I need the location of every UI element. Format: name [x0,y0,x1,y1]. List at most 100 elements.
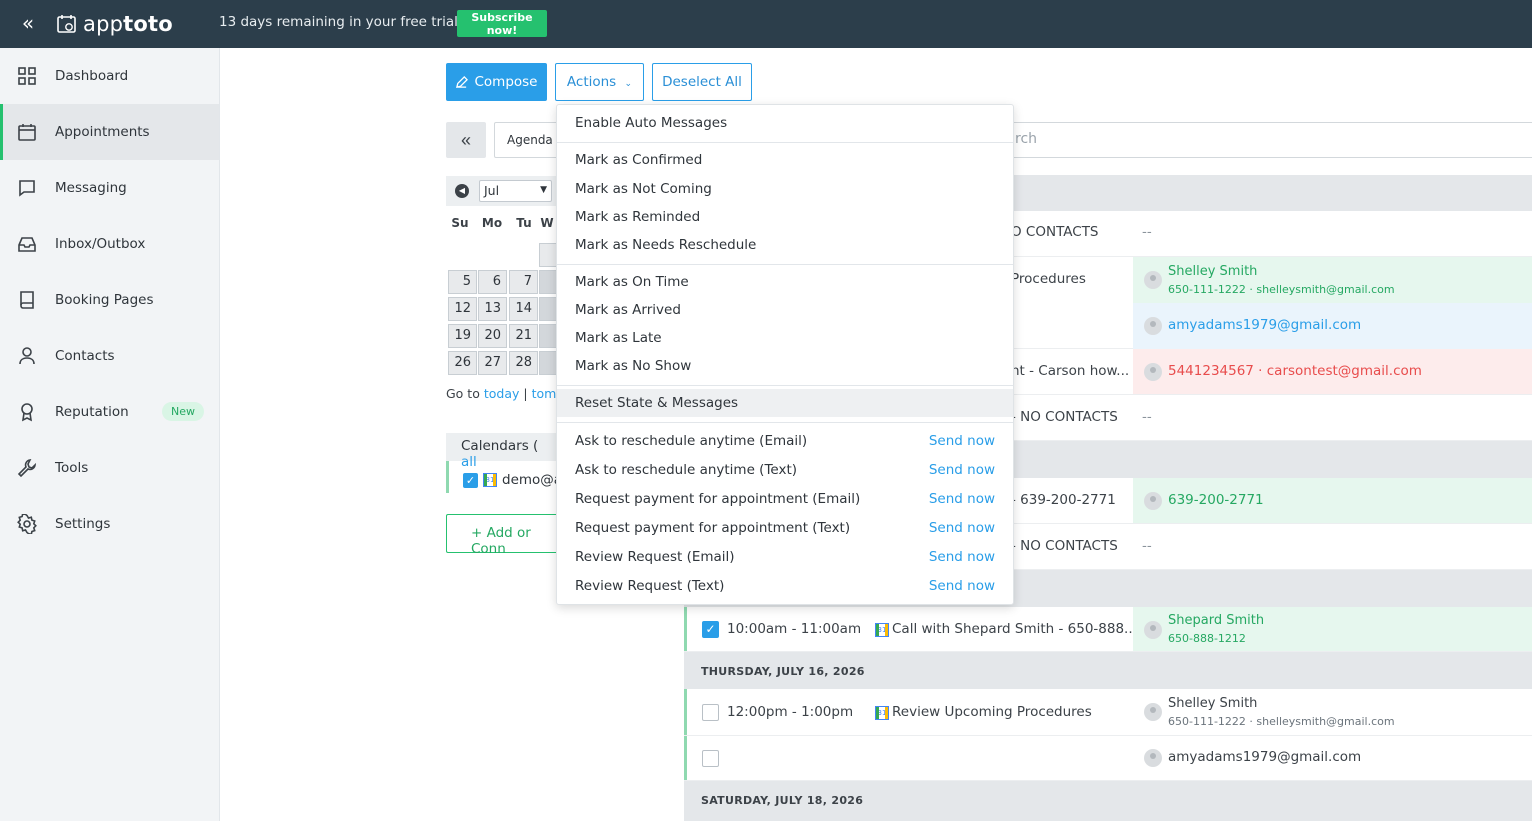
menu-item-review-email[interactable]: Review Request (Email) Send now [557,543,1013,571]
calendar-day[interactable]: 20 [478,324,507,348]
tomorrow-link[interactable]: tom [532,386,557,401]
calendar-day[interactable]: 28 [509,351,538,375]
search-input[interactable]: rch [1000,122,1532,158]
menu-item-enable-auto-messages[interactable]: Enable Auto Messages [557,109,1013,137]
appointment-checkbox[interactable] [702,704,719,721]
brand-light: app [83,12,124,36]
calendar-day[interactable]: 21 [509,324,538,348]
sidebar-item-appointments[interactable]: Appointments [0,104,219,160]
contact-email: amyadams1979@gmail.com [1168,317,1362,333]
brand-bold: toto [123,12,173,36]
collapse-sidebar-icon[interactable]: « [16,12,40,36]
calendar-day[interactable]: 19 [448,324,477,348]
calendar-day[interactable] [539,270,556,294]
calendar-day[interactable] [539,297,556,321]
sidebar-item-inbox-outbox[interactable]: Inbox/Outbox [0,216,219,272]
add-calendar-button[interactable]: + Add or Conn [446,514,556,557]
actions-dropdown-menu: Enable Auto Messages Mark as Confirmed M… [556,104,1014,605]
compose-button[interactable]: Compose [446,63,547,101]
menu-item-mark-arrived[interactable]: Mark as Arrived [557,296,1013,324]
contact-cell[interactable]: 639-200-2771 [1133,478,1532,523]
sidebar-item-messaging[interactable]: Messaging [0,160,219,216]
menu-item-mark-confirmed[interactable]: Mark as Confirmed [557,146,1013,174]
day-header-label: THURSDAY, JULY 16, 2026 [701,665,865,678]
prev-month-icon[interactable]: ◀ [455,184,469,198]
sidebar-item-label: Inbox/Outbox [55,236,146,252]
menu-item-payment-email[interactable]: Request payment for appointment (Email) … [557,485,1013,513]
calendar-day[interactable]: 12 [448,297,477,321]
calendar-day[interactable] [539,243,556,267]
avatar [1144,749,1162,767]
book-icon [20,291,34,309]
today-link[interactable]: today [484,386,520,401]
menu-item-reset-state[interactable]: Reset State & Messages [557,389,1013,417]
menu-divider [557,142,1013,143]
sidebar-item-reputation[interactable]: Reputation New [0,384,219,440]
apptoto-logo[interactable]: apptoto [56,10,173,38]
menu-item-mark-not-coming[interactable]: Mark as Not Coming [557,175,1013,203]
sidebar-item-booking-pages[interactable]: Booking Pages [0,272,219,328]
appointment-row[interactable]: ✓ 10:00am - 11:00am 31 Call with Shepard… [684,607,1532,652]
view-select[interactable]: Agenda [494,122,564,158]
menu-item-label: Mark as Not Coming [575,181,712,197]
calendar-checkbox[interactable]: ✓ [463,472,478,488]
calendar-day[interactable]: 14 [509,297,538,321]
appointment-row[interactable]: 12:00pm - 1:00pm 31 Review Upcoming Proc… [684,689,1532,781]
send-now-link[interactable]: Send now [929,433,995,449]
menu-item-mark-reminded[interactable]: Mark as Reminded [557,203,1013,231]
contact-cell[interactable]: Shepard Smith 650-888-1212 [1133,607,1532,651]
google-calendar-icon: 31 [875,623,889,637]
calendar-day[interactable]: 26 [448,351,477,375]
menu-item-mark-no-show[interactable]: Mark as No Show [557,352,1013,380]
sidebar-item-settings[interactable]: Settings [0,496,219,552]
pencil-icon [456,75,469,88]
appointment-title: - NO CONTACTS [1011,538,1118,554]
send-now-link[interactable]: Send now [929,578,995,594]
contact-cell[interactable]: Shelley Smith 650-111-1222 · shelleysmit… [1133,257,1532,303]
send-now-link[interactable]: Send now [929,462,995,478]
calendar-day[interactable]: 13 [478,297,507,321]
calendar-source-item[interactable]: ✓ 31 demo@a [446,461,562,493]
appointment-checkbox[interactable]: ✓ [702,621,719,638]
contact-cell[interactable]: amyadams1979@gmail.com [1133,303,1532,349]
appointment-title: O CONTACTS [1011,224,1099,240]
calendar-icon [18,124,36,141]
double-chevron-left-icon[interactable]: « [446,122,486,158]
menu-item-review-text[interactable]: Review Request (Text) Send now [557,572,1013,600]
calendar-day[interactable]: 6 [478,270,507,294]
calendar-day[interactable]: 5 [448,270,477,294]
menu-item-label: Mark as Confirmed [575,152,703,168]
google-calendar-icon: 31 [875,706,889,720]
goto-links: Go to today | tom [446,386,556,401]
sidebar-item-contacts[interactable]: Contacts [0,328,219,384]
calendar-day[interactable]: 27 [478,351,507,375]
calendar-day[interactable]: 7 [509,270,538,294]
calendar-day[interactable] [539,324,556,348]
appointment-checkbox[interactable] [702,750,719,767]
sidebar-item-tools[interactable]: Tools [0,440,219,496]
contact-details: 5441234567 · carsontest@gmail.com [1168,363,1422,379]
appointment-title: Procedures [1011,271,1086,287]
menu-item-reschedule-email[interactable]: Ask to reschedule anytime (Email) Send n… [557,427,1013,455]
menu-item-reschedule-text[interactable]: Ask to reschedule anytime (Text) Send no… [557,456,1013,484]
menu-item-mark-needs-reschedule[interactable]: Mark as Needs Reschedule [557,231,1013,259]
person-icon [19,347,35,365]
send-now-link[interactable]: Send now [929,520,995,536]
deselect-all-button[interactable]: Deselect All [652,63,752,101]
calendar-day[interactable] [539,351,556,375]
menu-item-label: Mark as No Show [575,358,692,374]
actions-button[interactable]: Actions ⌄ [555,63,644,101]
menu-item-payment-text[interactable]: Request payment for appointment (Text) S… [557,514,1013,542]
menu-item-mark-late[interactable]: Mark as Late [557,324,1013,352]
contact-cell[interactable]: 5441234567 · carsontest@gmail.com [1133,349,1532,394]
subscribe-button[interactable]: Subscribe now! [457,10,547,37]
send-now-link[interactable]: Send now [929,491,995,507]
month-select[interactable]: Jul ▼ [479,180,552,202]
contact-cell[interactable]: amyadams1979@gmail.com [1133,735,1532,781]
menu-item-mark-on-time[interactable]: Mark as On Time [557,268,1013,296]
avatar [1144,317,1162,335]
appointment-title: Review Upcoming Procedures [892,704,1092,720]
send-now-link[interactable]: Send now [929,549,995,565]
contact-cell[interactable]: Shelley Smith 650-111-1222 · shelleysmit… [1133,689,1532,735]
sidebar-item-dashboard[interactable]: Dashboard [0,48,219,104]
